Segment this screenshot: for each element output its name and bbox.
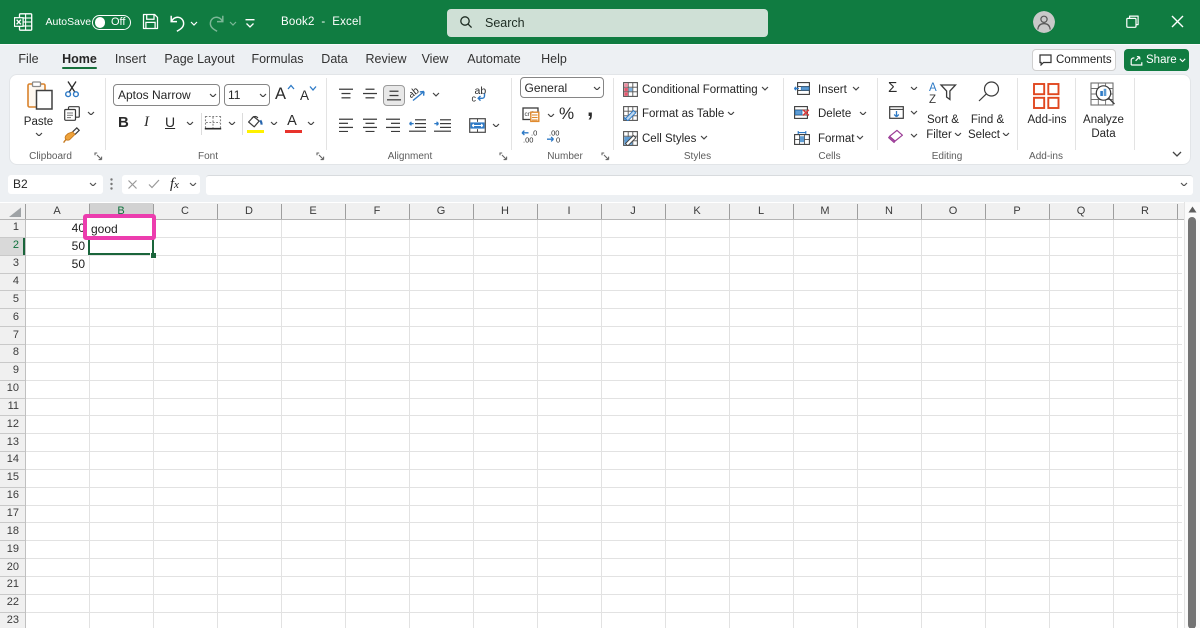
svg-text:cr: cr <box>524 111 530 118</box>
svg-text:0: 0 <box>556 136 560 144</box>
svg-text:A: A <box>929 82 937 94</box>
svg-text:.00: .00 <box>523 136 533 144</box>
svg-text:Z: Z <box>929 94 936 104</box>
svg-text:c: c <box>471 93 476 103</box>
